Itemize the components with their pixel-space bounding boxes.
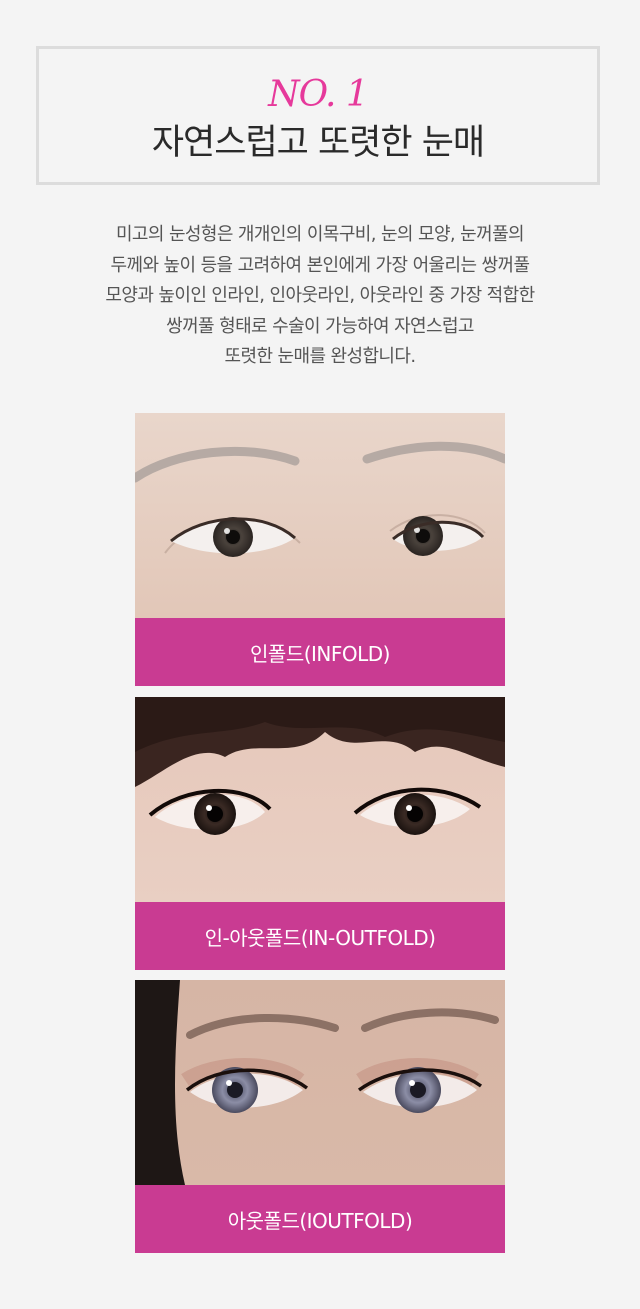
outfold-eye-photo bbox=[135, 980, 505, 1185]
outfold-label: 아웃폴드(IOUTFOLD) bbox=[135, 1185, 505, 1253]
in-outfold-card: 인-아웃폴드(IN-OUTFOLD) bbox=[135, 697, 505, 970]
in-outfold-eye-photo bbox=[135, 697, 505, 902]
section-number: NO. 1 bbox=[268, 74, 369, 115]
description-line: 또렷한 눈매를 완성합니다. bbox=[224, 346, 417, 367]
description-line: 모양과 높이인 인라인, 인아웃라인, 아웃라인 중 가장 적합한 bbox=[105, 285, 535, 306]
description: 미고의 눈성형은 개개인의 이목구비, 눈의 모양, 눈꺼풀의 두께와 높이 등… bbox=[30, 220, 610, 373]
infold-label: 인폴드(INFOLD) bbox=[135, 618, 505, 686]
section-title: 자연스럽고 또렷한 눈매 bbox=[151, 123, 485, 163]
description-line: 미고의 눈성형은 개개인의 이목구비, 눈의 모양, 눈꺼풀의 bbox=[115, 224, 525, 245]
infold-eye-photo bbox=[135, 413, 505, 618]
title-box: NO. 1 자연스럽고 또렷한 눈매 bbox=[36, 46, 600, 185]
description-line: 두께와 높이 등을 고려하여 본인에게 가장 어울리는 쌍꺼풀 bbox=[110, 254, 530, 276]
description-line: 쌍꺼풀 형태로 수술이 가능하여 자연스럽고 bbox=[166, 315, 474, 337]
in-outfold-label: 인-아웃폴드(IN-OUTFOLD) bbox=[135, 902, 505, 970]
infold-card: 인폴드(INFOLD) bbox=[135, 413, 505, 686]
outfold-card: 아웃폴드(IOUTFOLD) bbox=[135, 980, 505, 1253]
